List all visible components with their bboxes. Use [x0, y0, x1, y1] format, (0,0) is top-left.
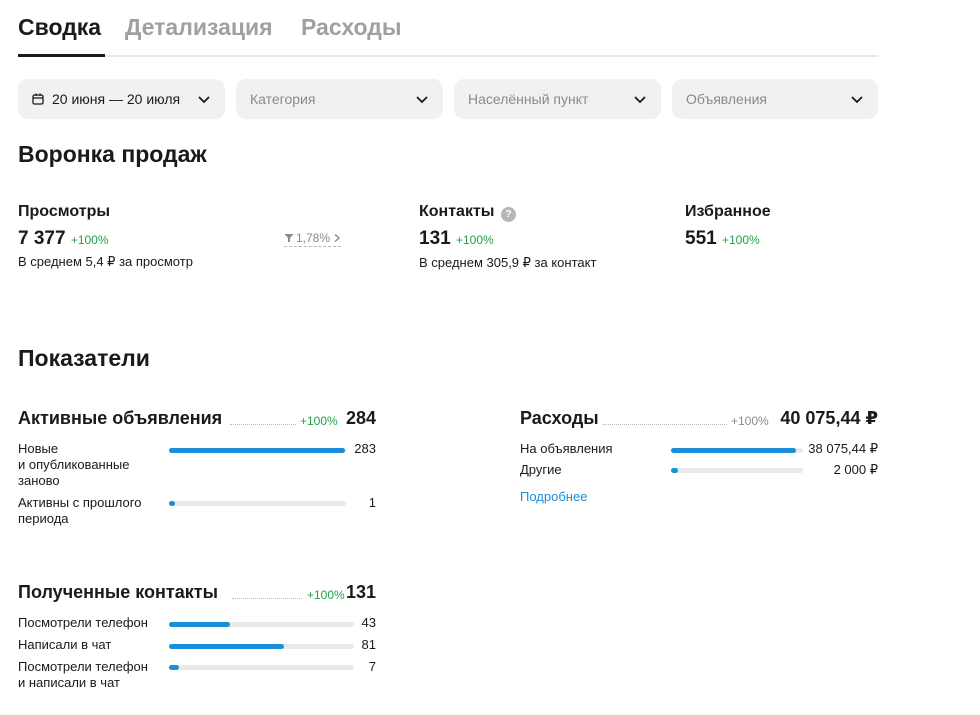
locality-placeholder: Населённый пункт: [468, 91, 589, 107]
views-conversion: 1,78%: [296, 231, 331, 245]
tab-details[interactable]: Детализация: [125, 14, 273, 41]
chevron-down-icon: [198, 96, 210, 104]
contacts-change: +100%: [455, 233, 494, 247]
expenses-title: Расходы: [520, 408, 603, 429]
leader-dots: [232, 598, 304, 599]
favorites-value: 551: [685, 228, 717, 249]
locality-select[interactable]: Населённый пункт: [454, 79, 661, 119]
indicators-title: Показатели: [18, 345, 150, 371]
active-ads-title: Активные объявления: [18, 408, 227, 429]
calendar-icon: [32, 93, 44, 105]
received-contacts-change: +100%: [303, 588, 345, 602]
ads-placeholder: Объявления: [686, 91, 767, 107]
expenses-row-value: 2 000 ₽: [833, 462, 878, 477]
favorites-change: +100%: [721, 233, 760, 247]
active-ads-row-value: 283: [354, 441, 376, 456]
views-value: 7 377: [18, 228, 66, 249]
contacts-row-value: 81: [361, 637, 376, 652]
contacts-value: 131: [419, 228, 451, 249]
progress-track: [169, 644, 354, 649]
active-ads-total: 284: [345, 408, 376, 428]
funnel-title: Воронка продаж: [18, 141, 207, 167]
tab-expenses[interactable]: Расходы: [301, 14, 402, 41]
contacts-row-label: Посмотрели телефон и написали в чат: [18, 659, 148, 690]
progress-track: [169, 448, 346, 453]
date-range-select[interactable]: 20 июня — 20 июля: [18, 79, 225, 119]
contacts-row-value: 43: [361, 615, 376, 630]
contacts-value-line: 131 +100%: [419, 228, 494, 250]
chevron-down-icon: [416, 96, 428, 104]
active-ads-row-label: Активны с прошлого периода: [18, 495, 142, 526]
progress-track: [169, 622, 354, 627]
tab-summary[interactable]: Сводка: [18, 14, 101, 41]
progress-fill: [169, 448, 346, 453]
expenses-row-value: 38 075,44 ₽: [808, 441, 878, 456]
contacts-row-value: 7: [368, 659, 376, 674]
favorites-label: Избранное: [685, 203, 771, 220]
progress-fill: [169, 644, 284, 649]
funnel-icon: [284, 234, 294, 242]
leader-dots: [230, 424, 296, 425]
tab-bar: Сводка Детализация Расходы: [18, 0, 878, 57]
chevron-down-icon: [634, 96, 646, 104]
contacts-row-label: Посмотрели телефон: [18, 615, 148, 630]
progress-track: [169, 501, 346, 506]
progress-track: [671, 468, 803, 473]
category-select[interactable]: Категория: [236, 79, 443, 119]
progress-fill: [169, 622, 231, 627]
progress-fill: [671, 448, 797, 453]
expenses-row-label: На объявления: [520, 441, 613, 456]
active-ads-row-label: Новые и опубликованные заново: [18, 441, 130, 488]
views-average: В среднем 5,4 ₽ за просмотр: [18, 254, 193, 269]
contacts-label: Контакты: [419, 203, 495, 220]
progress-fill: [671, 468, 678, 473]
chevron-down-icon: [851, 96, 863, 104]
expenses-total: 40 075,44 ₽: [780, 408, 878, 428]
received-contacts-total: 131: [345, 582, 376, 602]
ads-select[interactable]: Объявления: [672, 79, 878, 119]
expenses-change: +100%: [727, 414, 769, 428]
contacts-average: В среднем 305,9 ₽ за контакт: [419, 255, 597, 270]
leader-dots: [603, 424, 729, 425]
chevron-right-icon: [334, 233, 341, 243]
expenses-more-link[interactable]: Подробнее: [520, 489, 587, 504]
progress-track: [169, 665, 354, 670]
active-tab-indicator: [18, 54, 105, 57]
expenses-row-label: Другие: [520, 462, 562, 477]
favorites-value-line: 551 +100%: [685, 228, 760, 250]
views-label: Просмотры: [18, 203, 111, 220]
date-range-value: 20 июня — 20 июля: [52, 91, 181, 107]
progress-track: [671, 448, 803, 453]
progress-fill: [169, 501, 176, 506]
active-ads-row-value: 1: [368, 495, 376, 510]
help-icon[interactable]: ?: [501, 207, 516, 222]
category-placeholder: Категория: [250, 91, 316, 107]
progress-fill: [169, 665, 179, 670]
views-conversion-link[interactable]: 1,78%: [284, 231, 342, 247]
active-ads-change: +100%: [296, 414, 338, 428]
contacts-row-label: Написали в чат: [18, 637, 112, 652]
received-contacts-title: Полученные контакты: [18, 582, 222, 603]
views-change: +100%: [70, 233, 109, 247]
views-value-line: 7 377 +100%: [18, 228, 109, 250]
